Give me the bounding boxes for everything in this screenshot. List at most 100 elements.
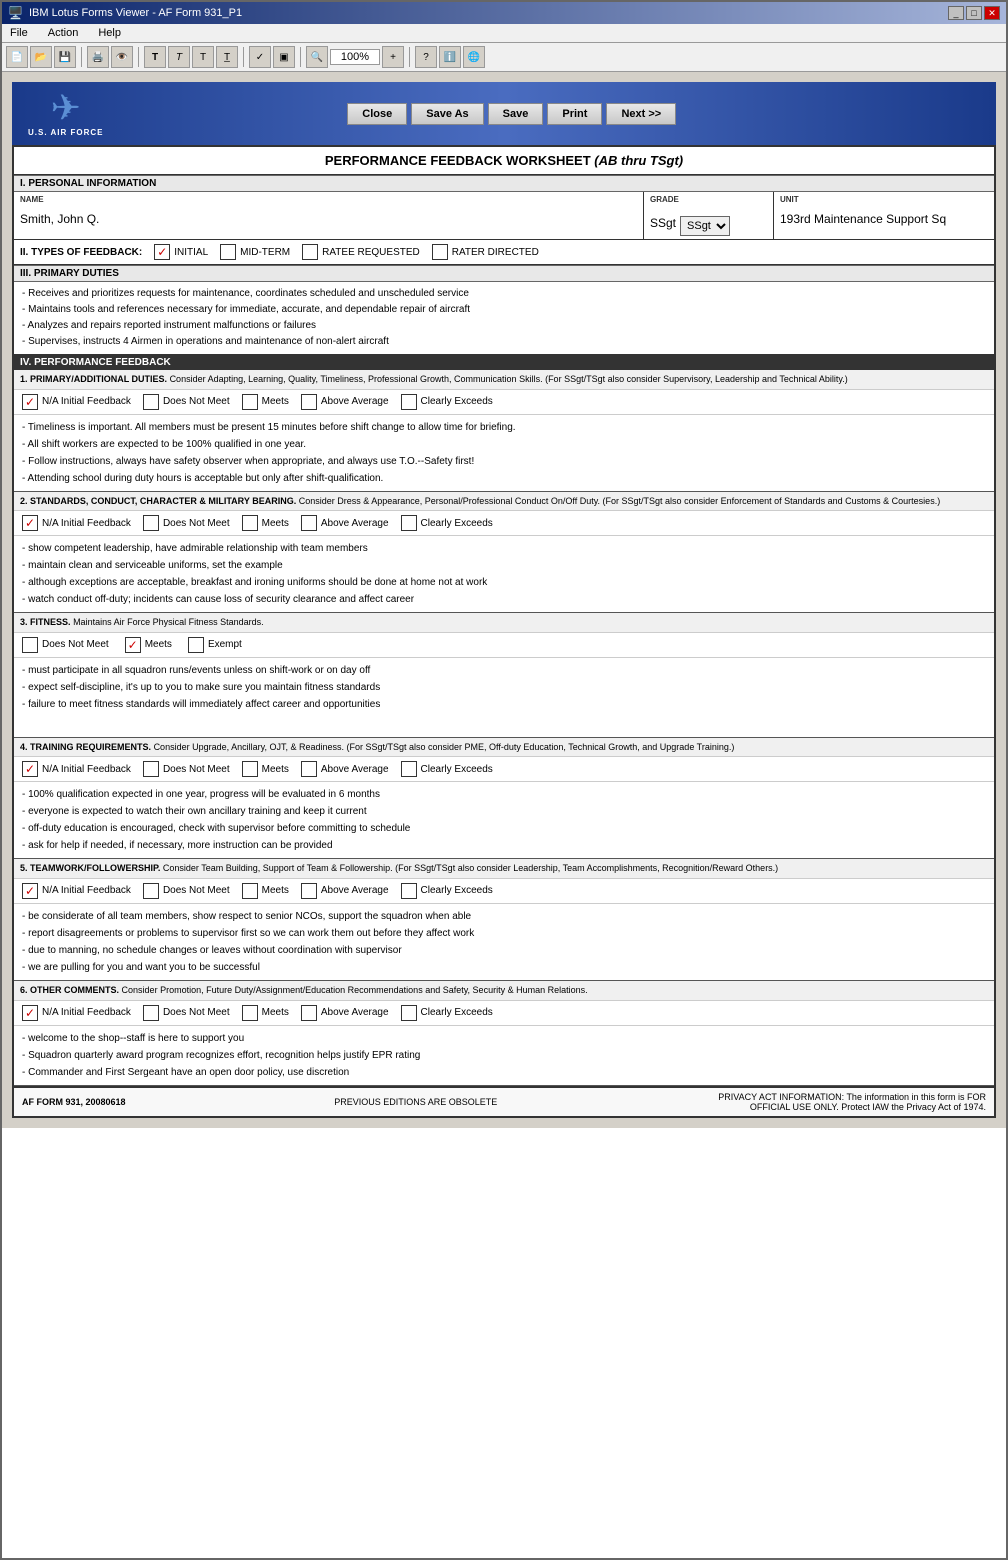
item-4-above-checkbox[interactable] — [301, 761, 317, 777]
item-5-meets-checkbox[interactable] — [242, 883, 258, 899]
rater-checkbox[interactable] — [432, 244, 448, 260]
item-3-meets-checkbox[interactable]: ✓ — [125, 637, 141, 653]
zoom-out-button[interactable]: 🔍 — [306, 46, 328, 68]
text2-button[interactable]: T̲ — [216, 46, 238, 68]
af-logo-text: U.S. AIR FORCE — [28, 128, 103, 137]
menu-file[interactable]: File — [6, 26, 32, 40]
print-button[interactable]: Print — [547, 103, 602, 125]
italic-button[interactable]: T — [168, 46, 190, 68]
item-3-dnm-checkbox[interactable] — [22, 637, 38, 653]
item-1-above-checkbox[interactable] — [301, 394, 317, 410]
bold-button[interactable]: T — [144, 46, 166, 68]
item-2-number: 2. — [20, 496, 28, 506]
feedback-item-6: 6. OTHER COMMENTS. Consider Promotion, F… — [14, 981, 994, 1086]
initial-label: INITIAL — [174, 247, 208, 258]
item-4-nia-checkbox[interactable]: ✓ — [22, 761, 38, 777]
item-1-meets-checkbox[interactable] — [242, 394, 258, 410]
primary-duties-header: III. PRIMARY DUTIES — [14, 265, 994, 282]
menu-help[interactable]: Help — [94, 26, 125, 40]
item-3-text-1: - must participate in all squadron runs/… — [22, 662, 986, 679]
maximize-button[interactable]: □ — [966, 6, 982, 20]
item-5-dnm-checkbox[interactable] — [143, 883, 159, 899]
window-icon: 🖥️ — [8, 6, 23, 20]
print-toolbar-button[interactable]: 🖨️ — [87, 46, 109, 68]
item-1-nia-label: N/A Initial Feedback — [42, 396, 131, 407]
form-title-text: PERFORMANCE FEEDBACK WORKSHEET — [325, 153, 591, 168]
title-bar: 🖥️ IBM Lotus Forms Viewer - AF Form 931_… — [2, 2, 1006, 24]
item-6-above-checkbox[interactable] — [301, 1005, 317, 1021]
item-6-text-2: - Squadron quarterly award program recog… — [22, 1047, 986, 1064]
item-6-nia-checkbox[interactable]: ✓ — [22, 1005, 38, 1021]
help-toolbar-button[interactable]: ? — [415, 46, 437, 68]
midterm-label: MID-TERM — [240, 247, 290, 258]
main-area: ✈ U.S. AIR FORCE Close Save As Save Prin… — [2, 72, 1006, 1128]
zoom-in-button[interactable]: + — [382, 46, 404, 68]
item-5-exceeds-checkbox[interactable] — [401, 883, 417, 899]
duty-1: - Receives and prioritizes requests for … — [22, 286, 986, 302]
item-2-text-3: - although exceptions are acceptable, br… — [22, 574, 986, 591]
item-2-dnm-checkbox[interactable] — [143, 515, 159, 531]
footer-right: PRIVACY ACT INFORMATION: The information… — [706, 1092, 986, 1112]
info-button[interactable]: ℹ️ — [439, 46, 461, 68]
window-title: IBM Lotus Forms Viewer - AF Form 931_P1 — [29, 7, 242, 19]
item-3-number: 3. — [20, 617, 28, 627]
item-6-exceeds-checkbox[interactable] — [401, 1005, 417, 1021]
item-5-above-checkbox[interactable] — [301, 883, 317, 899]
personal-info-header: I. PERSONAL INFORMATION — [14, 175, 994, 192]
ratee-checkbox[interactable] — [302, 244, 318, 260]
item-4-exceeds: Clearly Exceeds — [401, 761, 493, 777]
item-4-nia-label: N/A Initial Feedback — [42, 764, 131, 775]
item-1-exceeds-checkbox[interactable] — [401, 394, 417, 410]
check-button[interactable]: ✓ — [249, 46, 271, 68]
feedback-ratee: RATEE REQUESTED — [302, 244, 420, 260]
item-6-text-1: - welcome to the shop--staff is here to … — [22, 1030, 986, 1047]
item-5-above-label: Above Average — [321, 885, 389, 896]
item-2-nia-checkbox[interactable]: ✓ — [22, 515, 38, 531]
select-button[interactable]: ▣ — [273, 46, 295, 68]
item-1-exceeds-label: Clearly Exceeds — [421, 396, 493, 407]
item-4-dnm-checkbox[interactable] — [143, 761, 159, 777]
text-button[interactable]: T — [192, 46, 214, 68]
item-6-dnm-checkbox[interactable] — [143, 1005, 159, 1021]
zoom-level[interactable]: 100% — [330, 49, 380, 65]
save-toolbar-button[interactable]: 💾 — [54, 46, 76, 68]
item-1-dnm: Does Not Meet — [143, 394, 230, 410]
item-6-meets-checkbox[interactable] — [242, 1005, 258, 1021]
save-as-button[interactable]: Save As — [411, 103, 483, 125]
item-3-exempt-checkbox[interactable] — [188, 637, 204, 653]
item-5-meets: Meets — [242, 883, 289, 899]
item-4-meets-checkbox[interactable] — [242, 761, 258, 777]
close-button[interactable]: ✕ — [984, 6, 1000, 20]
item-1-above-label: Above Average — [321, 396, 389, 407]
item-5-number: 5. — [20, 863, 28, 873]
preview-button[interactable]: 👁️ — [111, 46, 133, 68]
initial-checkbox[interactable]: ✓ — [154, 244, 170, 260]
item-2-meets-checkbox[interactable] — [242, 515, 258, 531]
globe-button[interactable]: 🌐 — [463, 46, 485, 68]
item-2-text: - show competent leadership, have admira… — [14, 536, 994, 612]
midterm-checkbox[interactable] — [220, 244, 236, 260]
item-2-above-checkbox[interactable] — [301, 515, 317, 531]
close-header-button[interactable]: Close — [347, 103, 407, 125]
item-4-text-1: - 100% qualification expected in one yea… — [22, 786, 986, 803]
item-5-dnm: Does Not Meet — [143, 883, 230, 899]
open-button[interactable]: 📂 — [30, 46, 52, 68]
item-5-nia-checkbox[interactable]: ✓ — [22, 883, 38, 899]
grade-select[interactable]: SSgt TSgt AB — [680, 216, 730, 236]
menu-action[interactable]: Action — [44, 26, 83, 40]
item-6-desc: Consider Promotion, Future Duty/Assignme… — [122, 985, 588, 995]
feedback-midterm: MID-TERM — [220, 244, 290, 260]
item-1-exceeds: Clearly Exceeds — [401, 394, 493, 410]
item-1-nia-checkbox[interactable]: ✓ — [22, 394, 38, 410]
item-5-ratings: ✓ N/A Initial Feedback Does Not Meet Mee… — [14, 879, 994, 904]
item-4-exceeds-checkbox[interactable] — [401, 761, 417, 777]
header-banner: ✈ U.S. AIR FORCE Close Save As Save Prin… — [12, 82, 996, 145]
item-1-dnm-checkbox[interactable] — [143, 394, 159, 410]
save-button[interactable]: Save — [488, 103, 544, 125]
item-2-exceeds-checkbox[interactable] — [401, 515, 417, 531]
next-button[interactable]: Next >> — [606, 103, 676, 125]
new-button[interactable]: 📄 — [6, 46, 28, 68]
item-4-desc: Consider Upgrade, Ancillary, OJT, & Read… — [154, 742, 735, 752]
item-3-meets: ✓ Meets — [125, 637, 172, 653]
minimize-button[interactable]: _ — [948, 6, 964, 20]
